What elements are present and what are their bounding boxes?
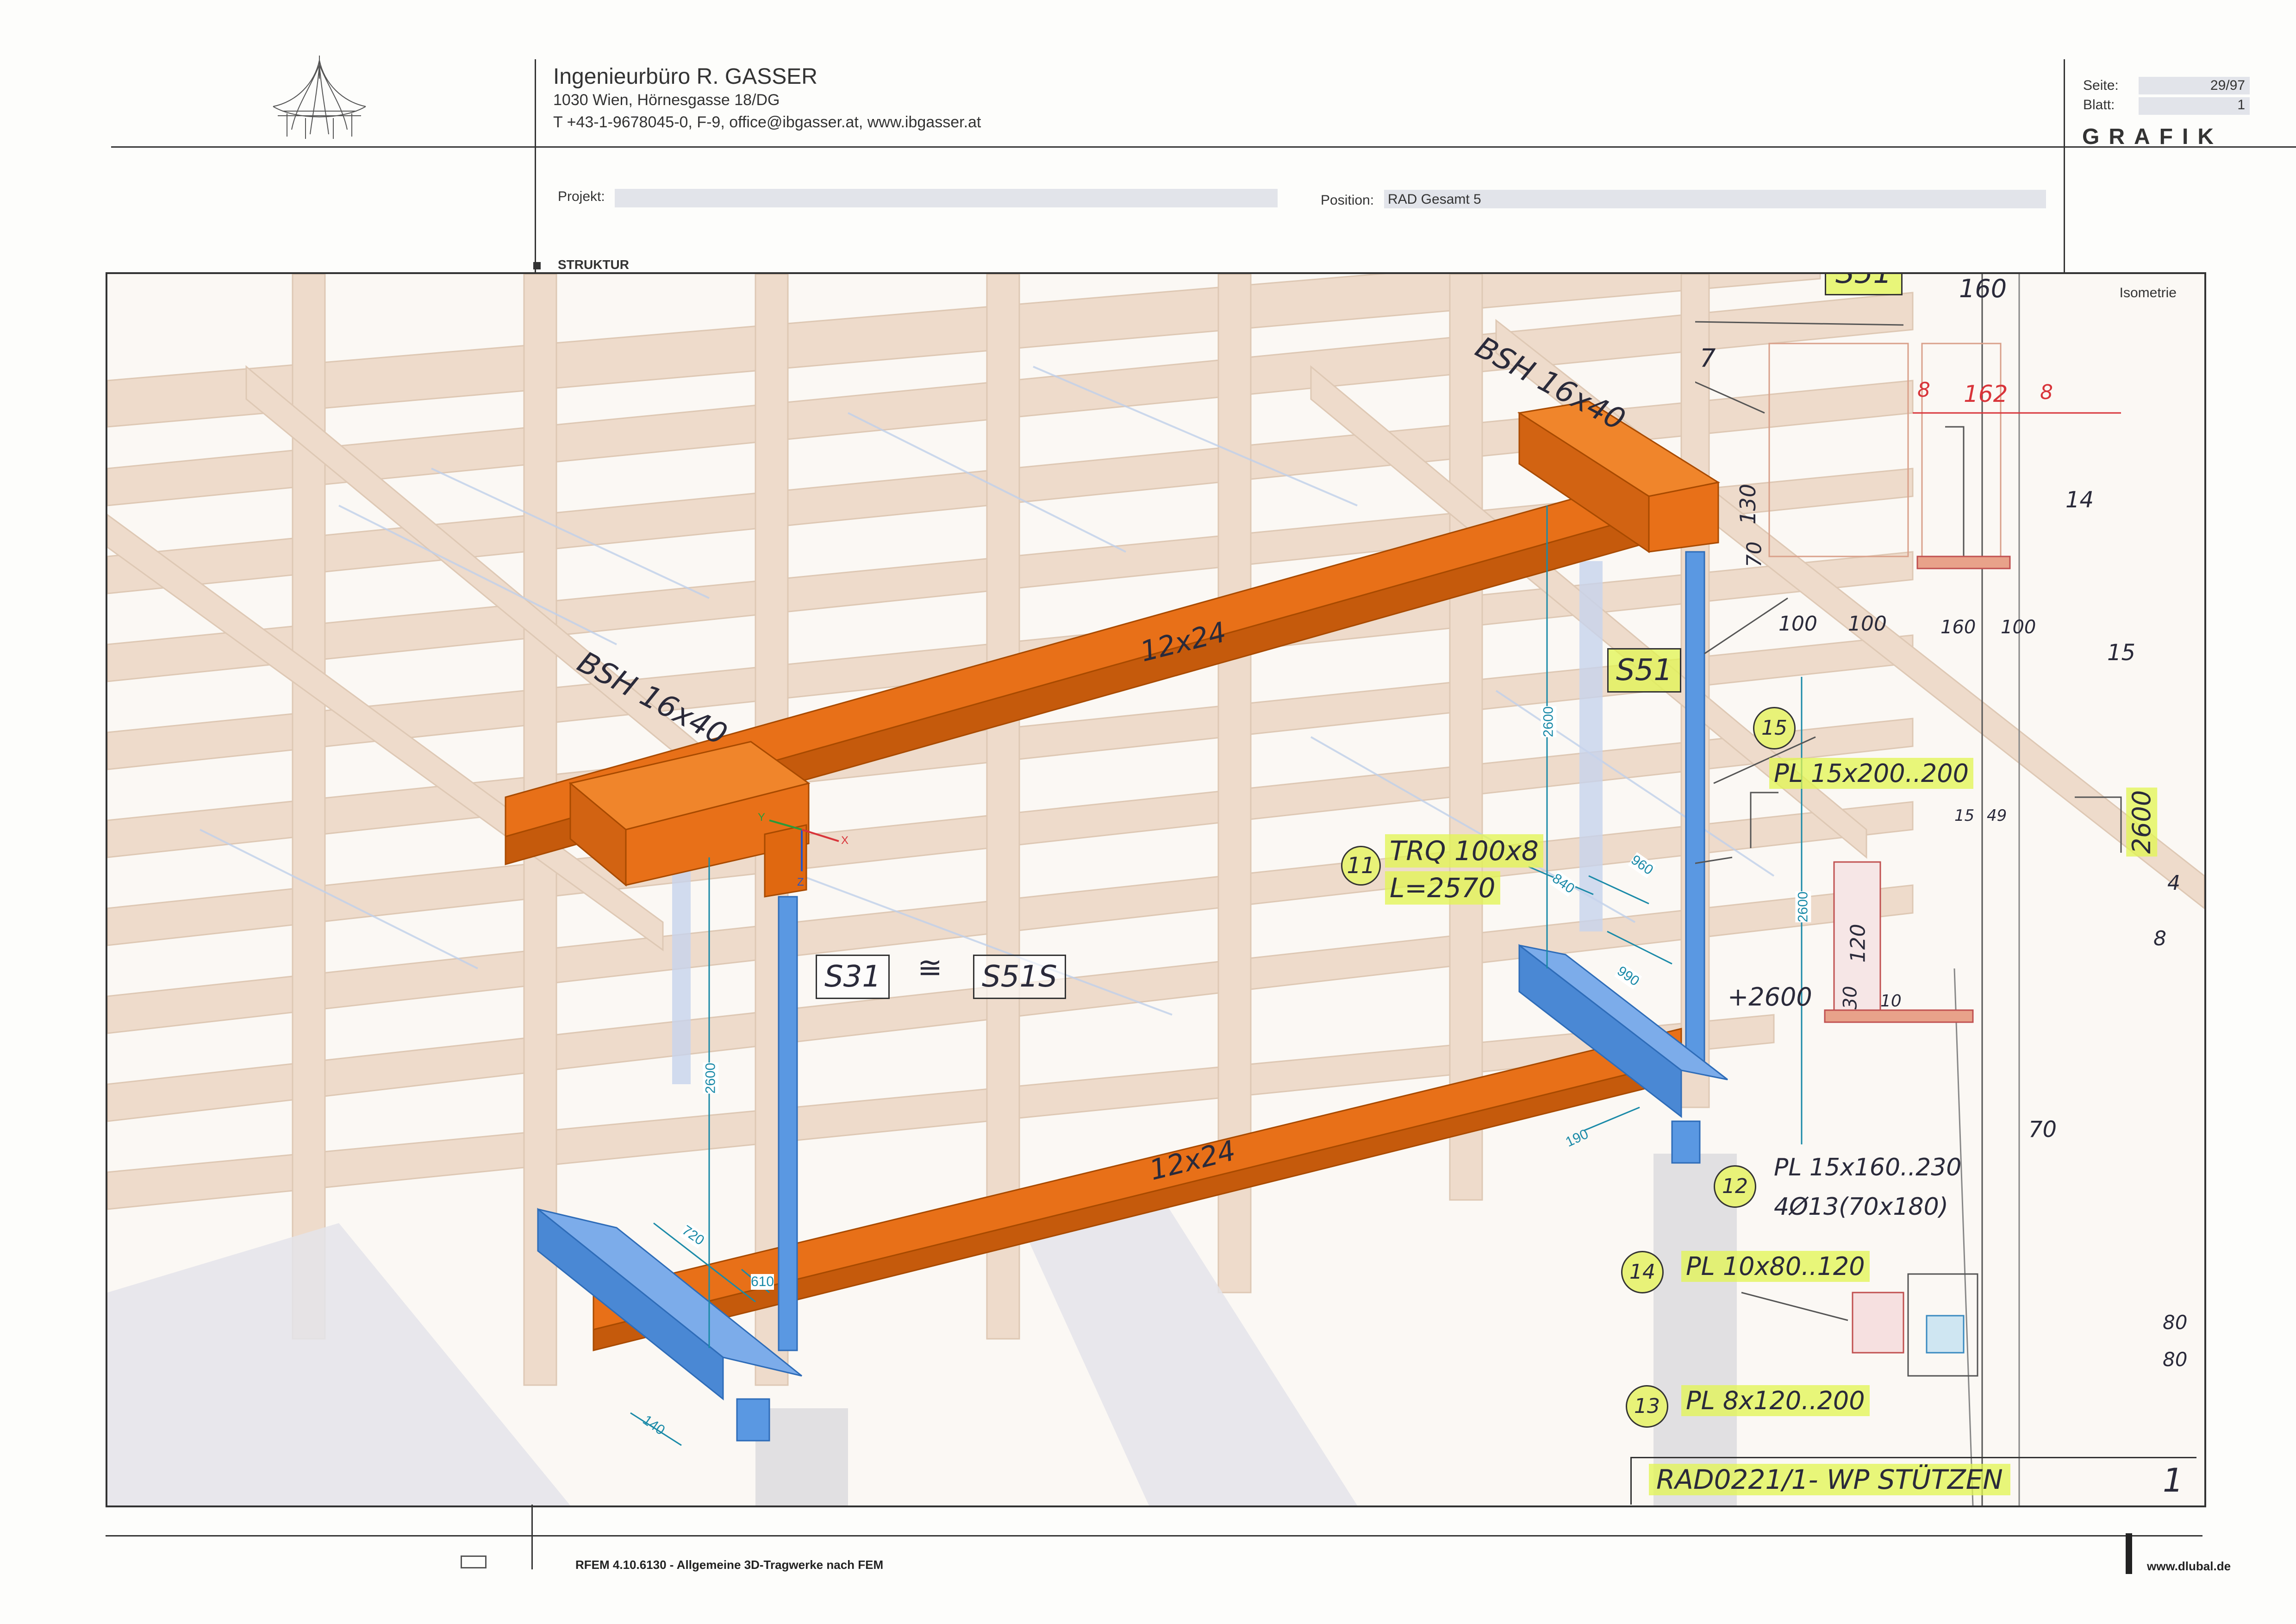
project-label: Projekt: [558,189,605,204]
note-dim-70b: 70 [2028,1117,2057,1143]
page-value: 29/97 [2210,78,2245,93]
note-dim-120: 120 [1846,924,1870,963]
note-tube-1: TRQ 100x8 [1385,834,1543,868]
note-dim-30: 30 [1840,986,1861,1010]
note-dim-8: 8 [2153,927,2166,950]
note-col-left-eq: ≅ [917,951,942,985]
note-dim-100a: 100 [1778,612,1817,636]
tent-logo-icon [273,56,366,139]
position-field [1384,190,2046,208]
note-dim-49: 49 [1987,806,2007,825]
meta-divider [2064,59,2065,272]
software-label: RFEM 4.10.6130 - Allgemeine 3D-Tragwerke… [575,1558,884,1572]
footer-bar-icon [2126,1533,2132,1574]
axis-x-label: X [841,834,849,847]
note-dim-130: 130 [1735,484,1760,525]
drawing-code: RAD0221/1- WP STÜTZEN [1649,1464,2010,1495]
note-dim-80a: 80 [2163,1311,2188,1334]
dim-610: 610 [751,1274,774,1290]
company-name: Ingenieurbüro R. GASSER [553,64,817,89]
drawing-frame: Isometrie X Y Z 2600 2600 2600 720 610 1… [106,272,2206,1507]
background-concrete [107,1154,1737,1505]
note-num-15: 15 [1753,707,1796,750]
note-pl-15: PL 15x200..200 [1769,758,1973,789]
note-pl-13: PL 8x120..200 [1681,1385,1870,1416]
note-tube-2: L=2570 [1385,871,1500,905]
position-label: Position: [1321,193,1374,208]
sheet-label: Blatt: [2083,97,2115,112]
struktur-label: STRUKTUR [558,257,629,272]
note-dim-10: 10 [1880,992,1902,1011]
note-num-13: 13 [1626,1385,1668,1428]
note-weld-15: 15 [2107,640,2136,666]
company-contact: T +43-1-9678045-0, F-9, office@ibgasser.… [553,113,981,131]
note-num-12: 12 [1714,1165,1756,1208]
note-dim-162: 162 [1964,381,2008,407]
note-pl-12: PL 15x160..230 [1774,1154,1962,1181]
drawing-sheet-no: 1 [2163,1462,2184,1499]
note-dim-100c: 100 [2001,617,2036,638]
note-weld-14: 14 [2065,487,2094,513]
website-label: www.dlubal.de [2147,1559,2231,1573]
note-dim-4: 4 [2167,871,2180,895]
footer-rule [106,1535,2202,1537]
note-tube-num: 11 [1341,846,1381,886]
note-s51-title: S51 [1825,274,1903,295]
note-dim-100b: 100 [1848,612,1887,636]
header-vertical-divider [535,59,536,272]
note-col-right: S51 [1607,648,1682,693]
sheet-value: 1 [2237,97,2245,112]
company-address: 1030 Wien, Hörnesgasse 18/DG [553,91,780,109]
note-pl-14: PL 10x80..120 [1681,1251,1870,1282]
axis-y-label: Y [758,811,766,824]
header-rule [111,146,2296,148]
struktur-bullet [533,262,541,269]
note-col-left: S31 [816,955,890,999]
note-col-left-alt: S51S [973,955,1066,999]
note-dim-15: 15 [1954,806,1975,825]
note-dim-8a: 8 [1917,378,1930,402]
note-num-14: 14 [1621,1251,1664,1293]
position-value: RAD Gesamt 5 [1388,192,1481,207]
footer-divider [531,1505,533,1569]
note-bolt-12: 4Ø13(70x180) [1774,1193,1948,1221]
page-label: Seite: [2083,78,2119,93]
dim-2600-mid: 2600 [1541,706,1557,737]
note-dim-70: 70 [1742,541,1766,568]
section-title: GRAFIK [2082,125,2223,149]
note-num-7: 7 [1700,344,1716,373]
project-field [615,189,1278,207]
axis-z-label: Z [797,876,804,888]
dim-2600-left: 2600 [703,1062,719,1094]
note-dim-80b: 80 [2163,1348,2188,1371]
note-dim-160b: 160 [1940,617,1976,638]
detail-sketches [1695,274,2122,1505]
note-dim-8b: 8 [2040,381,2053,404]
dlubal-logo-icon [461,1555,487,1568]
company-logo [268,51,370,144]
note-dim-2600-side: 2600 [2126,787,2158,857]
note-dim-160: 160 [1959,274,2007,303]
